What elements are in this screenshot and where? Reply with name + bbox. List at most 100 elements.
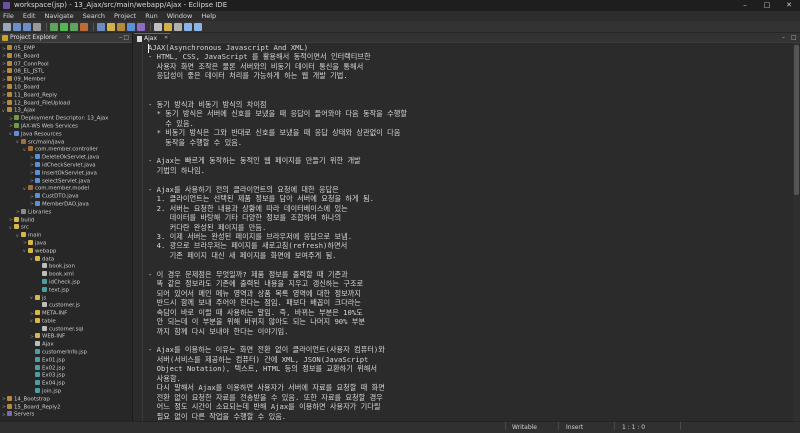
tree-item[interactable]: >07_ConnPool	[0, 60, 132, 69]
menu-edit[interactable]: Edit	[23, 11, 36, 21]
tree-item[interactable]: > Libraries	[0, 208, 132, 217]
menu-help[interactable]: Help	[201, 11, 216, 21]
minimize-view-button[interactable]: –	[119, 33, 122, 43]
debug-icon[interactable]	[50, 22, 58, 31]
tree-item[interactable]: >06_Board	[0, 52, 132, 61]
tree-item[interactable]: join.jsp	[0, 388, 132, 396]
tree-item[interactable]: v src/main/java	[0, 138, 132, 147]
run-icon[interactable]	[60, 22, 68, 31]
tree-item[interactable]: v src	[0, 224, 132, 232]
tree-item-label: idCheck.jsp	[49, 279, 80, 286]
close-tab-icon[interactable]: ✕	[164, 34, 168, 43]
tree-item[interactable]: book.xml	[0, 271, 132, 279]
tree-item[interactable]: >08_EL_JSTL	[0, 68, 132, 76]
print-icon[interactable]	[33, 22, 41, 31]
search-icon[interactable]	[154, 22, 162, 31]
tree-item[interactable]: v table	[0, 317, 132, 326]
tree-item[interactable]: v Java Resources	[0, 130, 132, 139]
close-icon[interactable]: ✕	[66, 33, 71, 43]
tree-item[interactable]: >11_Board_Reply	[0, 91, 132, 100]
maximize-button[interactable]: □	[757, 0, 777, 11]
maximize-editor-button[interactable]: □	[791, 33, 797, 43]
tree-item[interactable]: Ex02.jsp	[0, 364, 132, 373]
tree-item[interactable]: v js	[0, 294, 132, 303]
new-icon[interactable]	[3, 22, 11, 31]
tree-item[interactable]: > MemberDAO.java	[0, 200, 132, 209]
package-icon	[28, 146, 33, 152]
tree-item[interactable]: > idCheckServlet.java	[0, 161, 132, 170]
project-icon	[7, 99, 12, 105]
tree-item[interactable]: v data	[0, 255, 132, 264]
vertical-scrollbar[interactable]	[793, 43, 800, 421]
tree-item[interactable]: > java	[0, 239, 132, 248]
tree-item[interactable]: >14_Bootstrap	[0, 395, 132, 404]
project-explorer-title: Project Explorer	[10, 34, 58, 41]
project-explorer-tab[interactable]: Project Explorer ✕ – □	[0, 33, 132, 43]
tree-item[interactable]: Ex03.jsp	[0, 372, 132, 380]
server-icon[interactable]	[97, 22, 105, 31]
editor-tab-bar: Ajax ✕ – □	[134, 33, 800, 43]
tree-item[interactable]: Ex01.jsp	[0, 356, 132, 365]
tree-item[interactable]: > WEB-INF	[0, 333, 132, 341]
java-icon	[35, 161, 40, 167]
tree-item[interactable]: > META-INF	[0, 310, 132, 318]
tree-item[interactable]: > JAX-WS Web Services	[0, 122, 132, 131]
save-all-icon[interactable]	[23, 22, 31, 31]
toolbar-separator	[150, 22, 151, 31]
menu-navigate[interactable]: Navigate	[44, 11, 73, 21]
run-config-icon[interactable]	[70, 22, 78, 31]
menu-project[interactable]: Project	[114, 11, 136, 21]
tree-item[interactable]: v com.member.model	[0, 185, 132, 193]
tree-item[interactable]: >10_Board	[0, 83, 132, 92]
tree-item[interactable]: >09_Member	[0, 76, 132, 84]
tree-item[interactable]: v webapp	[0, 247, 132, 256]
java-icon	[35, 169, 40, 175]
tree-item[interactable]: customer.js	[0, 302, 132, 310]
tree-item[interactable]: >12_Board_FileUpload	[0, 99, 132, 108]
tree-item[interactable]: > selectServlet.java	[0, 177, 132, 186]
minimize-button[interactable]: –	[735, 0, 755, 11]
jsp-icon	[35, 349, 40, 355]
tree-item[interactable]: v com.member.controller	[0, 146, 132, 154]
new-java-project-icon[interactable]	[107, 22, 115, 31]
tree-item-label: build	[21, 217, 35, 224]
open-type-icon[interactable]	[137, 22, 145, 31]
tree-item[interactable]: > Deployment Descriptor: 13_Ajax	[0, 115, 132, 123]
tree-item[interactable]: customer.sql	[0, 325, 132, 334]
tree-item[interactable]: > CustDTO.java	[0, 193, 132, 201]
menu-search[interactable]: Search	[83, 11, 105, 21]
tree-item[interactable]: idCheck.jsp	[0, 278, 132, 287]
external-tools-icon[interactable]	[80, 22, 88, 31]
back-icon[interactable]	[164, 22, 172, 31]
save-icon[interactable]	[13, 22, 21, 31]
new-class-icon[interactable]	[127, 22, 135, 31]
scrollbar-thumb[interactable]	[794, 45, 799, 195]
tree-item[interactable]: v 13_Ajax	[0, 107, 132, 115]
new-package-icon[interactable]	[117, 22, 125, 31]
tree-item[interactable]: > DeleteOkServlet.java	[0, 154, 132, 162]
tree-item-label: WEB-INF	[42, 333, 66, 340]
minimize-editor-button[interactable]: –	[782, 33, 785, 43]
editor-text-area[interactable]: AJAX(Asynchronous Javascript And XML) - H…	[134, 43, 800, 421]
toolbar-action-icon[interactable]	[184, 22, 192, 31]
menu-file[interactable]: File	[3, 11, 14, 21]
menu-window[interactable]: Window	[167, 11, 193, 21]
tree-item[interactable]: book.json	[0, 263, 132, 271]
tree-item[interactable]: > Servers	[0, 411, 132, 419]
tree-item[interactable]: customerInfo.jsp	[0, 349, 132, 357]
toolbar-action-icon[interactable]	[194, 22, 202, 31]
forward-icon[interactable]	[174, 22, 182, 31]
file-icon	[42, 325, 47, 331]
tree-item[interactable]: >15_Board_Reply2	[0, 403, 132, 412]
tree-item[interactable]: v main	[0, 232, 132, 240]
close-button[interactable]: ✕	[779, 0, 799, 11]
menu-run[interactable]: Run	[145, 11, 157, 21]
tree-item[interactable]: >05_EMP	[0, 45, 132, 53]
editor-tab-ajax[interactable]: Ajax ✕	[134, 33, 170, 43]
tree-item[interactable]: text.jsp	[0, 286, 132, 295]
tree-item[interactable]: Ex04.jsp	[0, 380, 132, 388]
tree-item[interactable]: > build	[0, 216, 132, 225]
maximize-view-button[interactable]: □	[123, 33, 129, 43]
tree-item[interactable]: > InsertOkServlet.java	[0, 169, 132, 178]
tree-item[interactable]: Ajax	[0, 341, 132, 349]
